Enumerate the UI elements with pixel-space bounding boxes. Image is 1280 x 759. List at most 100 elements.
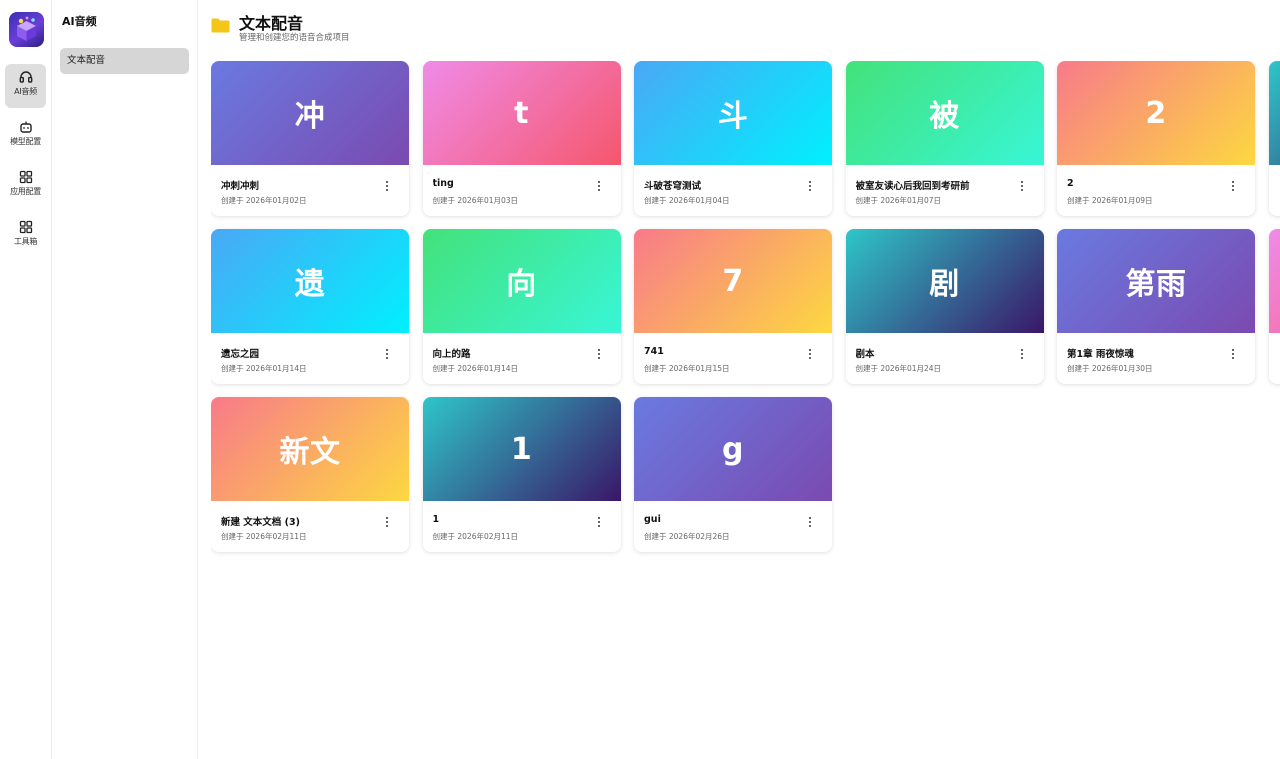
project-card-partial[interactable]: [1268, 229, 1280, 384]
more-vertical-icon: [386, 181, 389, 184]
project-card[interactable]: 冲冲刺冲刺创建于 2026年01月02日: [211, 61, 409, 216]
more-vertical-icon: [597, 189, 600, 192]
more-vertical-icon: [809, 181, 812, 184]
more-vertical-icon: [1232, 353, 1235, 356]
more-vertical-icon: [386, 349, 389, 352]
rail-item-ai-audio[interactable]: AI音频: [5, 64, 46, 108]
rail-label: AI音频: [14, 87, 37, 96]
more-options-button[interactable]: [1227, 179, 1239, 193]
icon-rail: AI音频 模型配置 应用配置 工具箱: [0, 0, 52, 759]
more-vertical-icon: [386, 357, 389, 360]
thumbnail-text: 第雨: [1125, 267, 1187, 302]
more-options-button[interactable]: [593, 179, 605, 193]
more-vertical-icon: [809, 189, 812, 192]
project-card[interactable]: g gui 创建于 2026年02月26日: [634, 397, 832, 552]
thumbnail-text: 剧: [929, 267, 960, 302]
project-name: 遗忘之园: [221, 349, 260, 360]
project-date: 创建于 2026年02月11日: [221, 532, 307, 541]
project-date: 创建于 2026年01月30日: [1067, 364, 1153, 373]
more-vertical-icon: [386, 353, 389, 356]
thumbnail-text: 新文: [279, 435, 341, 470]
more-vertical-icon: [1020, 181, 1023, 184]
more-options-button[interactable]: [804, 347, 816, 361]
project-name: 斗破苍穹测试: [644, 181, 702, 192]
project-card[interactable]: 2 2 创建于 2026年01月09日: [1057, 61, 1255, 216]
project-card-partial[interactable]: [1268, 61, 1280, 216]
project-thumbnail: [1268, 229, 1280, 333]
more-options-button[interactable]: [804, 179, 816, 193]
more-options-button[interactable]: [804, 515, 816, 529]
more-options-button[interactable]: [593, 347, 605, 361]
more-options-button[interactable]: [381, 179, 393, 193]
thumbnail-text: 遗: [294, 267, 326, 302]
project-thumbnail: t: [422, 61, 621, 165]
project-name: 冲刺冲刺: [221, 181, 260, 192]
app-logo[interactable]: [9, 12, 44, 47]
more-options-button[interactable]: [1016, 179, 1028, 193]
rail-label: 模型配置: [10, 137, 41, 146]
more-options-button[interactable]: [381, 515, 393, 529]
project-name: 1: [432, 514, 440, 525]
project-card[interactable]: t ting 创建于 2026年01月03日: [422, 61, 621, 216]
more-vertical-icon: [386, 521, 389, 524]
rail-item-app-config[interactable]: 应用配置: [5, 164, 46, 208]
more-options-button[interactable]: [593, 515, 605, 529]
project-name: 741: [644, 346, 664, 357]
more-vertical-icon: [597, 357, 600, 360]
more-options-button[interactable]: [1227, 347, 1239, 361]
project-card[interactable]: 剧剧本 创建于 2026年01月24日: [845, 229, 1044, 384]
thumbnail-text: 斗: [717, 99, 749, 134]
more-options-button[interactable]: [381, 347, 393, 361]
more-vertical-icon: [597, 353, 600, 356]
project-date: 创建于 2026年02月26日: [644, 532, 730, 541]
more-vertical-icon: [386, 525, 389, 528]
project-name: ting: [432, 178, 454, 189]
more-vertical-icon: [597, 521, 600, 524]
project-thumbnail: 冲: [211, 61, 409, 165]
more-vertical-icon: [597, 181, 600, 184]
project-date: 创建于 2026年01月03日: [432, 196, 519, 205]
robot-icon: [19, 121, 32, 133]
project-card[interactable]: 遗遗忘之园创建于 2026年01月14日: [211, 229, 409, 384]
project-name: 第1章 雨夜惊魂: [1067, 349, 1134, 360]
thumbnail-text: 7: [722, 263, 744, 299]
project-card[interactable]: 1 1 创建于 2026年02月11日: [422, 397, 621, 552]
rail-item-toolbox[interactable]: 工具箱: [5, 214, 46, 258]
project-card[interactable]: 被被室友读心后我回到考研前 创建于 2026年01月07日: [845, 61, 1044, 216]
folder-icon: [211, 18, 230, 33]
more-vertical-icon: [597, 517, 600, 520]
more-options-button[interactable]: [1016, 347, 1028, 361]
project-name: 新建 文本文档 (3): [221, 517, 300, 528]
project-date: 创建于 2026年01月24日: [855, 364, 942, 373]
more-vertical-icon: [809, 525, 812, 528]
project-date: 创建于 2026年01月02日: [221, 196, 307, 205]
project-date: 创建于 2026年01月14日: [432, 364, 519, 373]
more-vertical-icon: [386, 189, 389, 192]
sidebar-item-text-dubbing[interactable]: 文本配音: [60, 48, 189, 74]
more-vertical-icon: [809, 349, 812, 352]
project-card[interactable]: 新文新建 文本文档 (3) 创建于 2026年02月11日: [211, 397, 409, 552]
project-name: 被室友读心后我回到考研前: [855, 181, 970, 192]
project-date: 创建于 2026年01月15日: [644, 364, 730, 373]
rail-item-model-config[interactable]: 模型配置: [5, 114, 46, 158]
more-vertical-icon: [809, 353, 812, 356]
project-card[interactable]: 第雨第1章 雨夜惊魂创建于 2026年01月30日: [1057, 229, 1255, 384]
project-thumbnail: 被: [845, 61, 1044, 165]
thumbnail-text: 2: [1145, 95, 1167, 131]
more-vertical-icon: [597, 525, 600, 528]
project-card[interactable]: 斗斗破苍穹测试 创建于 2026年01月04日: [634, 61, 832, 216]
more-vertical-icon: [1232, 185, 1235, 188]
more-vertical-icon: [386, 185, 389, 188]
more-vertical-icon: [1020, 349, 1023, 352]
project-name: 2: [1067, 178, 1074, 189]
project-grid: 冲冲刺冲刺 创建于 2026年01月02日 t ting 创建于 2026年01月03日…: [211, 61, 1280, 561]
thumbnail-text: g: [722, 431, 744, 467]
more-vertical-icon: [809, 517, 812, 520]
project-card[interactable]: 向向上的路 创建于 2026年01月14日: [422, 229, 621, 384]
project-date: 创建于 2026年02月11日: [432, 532, 519, 541]
sidebar-title: AI音频: [62, 15, 97, 28]
project-card[interactable]: 7 741 创建于 2026年01月15日: [634, 229, 832, 384]
project-thumbnail: 1: [422, 397, 621, 501]
grid-icon: [19, 220, 32, 234]
project-date: 创建于 2026年01月14日: [221, 364, 307, 373]
